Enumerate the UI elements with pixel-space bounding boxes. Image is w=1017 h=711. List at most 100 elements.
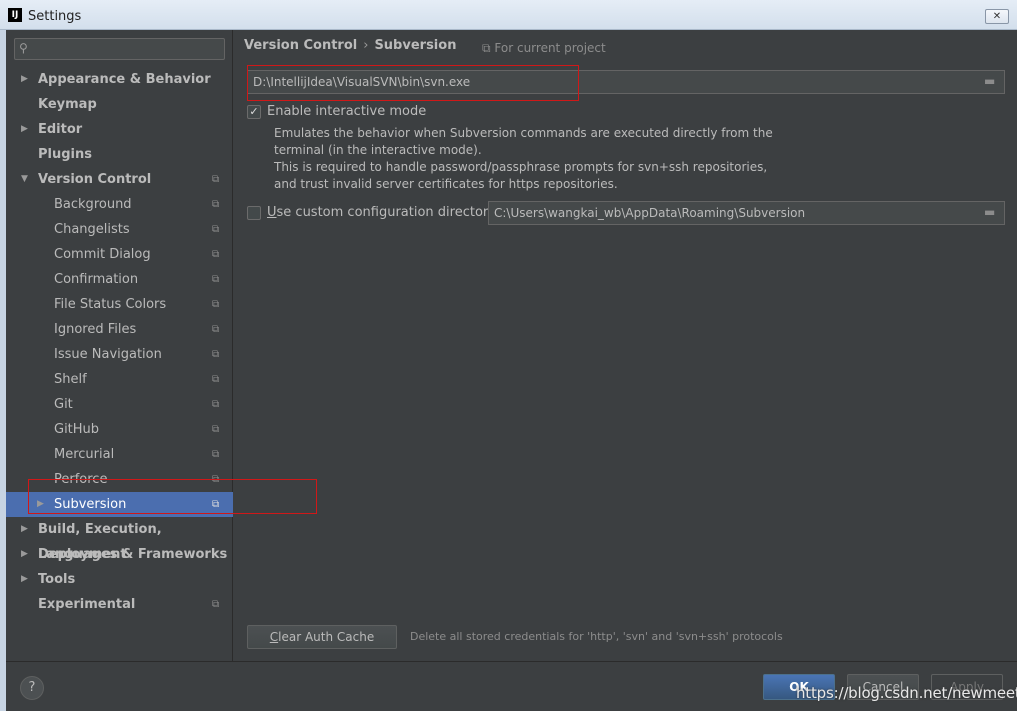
sidebar-item-experimental[interactable]: Experimental ⧉: [6, 592, 233, 617]
sidebar-item-label: Mercurial: [54, 447, 115, 462]
sidebar-item-keymap[interactable]: Keymap: [6, 92, 233, 117]
interactive-mode-checkbox[interactable]: ✓: [247, 105, 261, 119]
collapsed-arrow-icon[interactable]: ▶: [21, 117, 28, 142]
project-level-icon: ⧉: [212, 324, 220, 335]
collapsed-arrow-icon[interactable]: ▶: [37, 492, 44, 517]
sidebar-item-label: Languages & Frameworks: [38, 547, 228, 562]
sidebar-item-label: Shelf: [54, 372, 87, 387]
project-level-icon: ⧉: [212, 349, 220, 360]
custom-config-checkbox[interactable]: [247, 206, 261, 220]
watermark-url: https://blog.csdn.net/newmeet: [796, 684, 1017, 702]
window-title: Settings: [28, 9, 82, 24]
sidebar-item-label: Appearance & Behavior: [38, 72, 211, 87]
sidebar-item-perforce[interactable]: Perforce ⧉: [6, 467, 233, 492]
breadcrumb-parent: Version Control: [244, 38, 358, 53]
sidebar-item-mercurial[interactable]: Mercurial ⧉: [6, 442, 233, 467]
sidebar-item-file-status-colors[interactable]: File Status Colors ⧉: [6, 292, 233, 317]
sidebar-item-git[interactable]: Git ⧉: [6, 392, 233, 417]
settings-dialog: ⚲ ▶ Appearance & Behavior Keymap ▶ Editor Plu…: [6, 30, 1017, 711]
settings-search-input[interactable]: ⚲: [14, 38, 225, 60]
breadcrumb-current: Subversion: [374, 38, 457, 53]
clear-auth-cache-note: Delete all stored credentials for 'http'…: [410, 630, 783, 643]
sidebar-item-label: Tools: [38, 572, 76, 587]
custom-config-directory-field[interactable]: C:\Users\wangkai_wb\AppData\Roaming\Subv…: [488, 201, 1005, 225]
sidebar-item-label: Commit Dialog: [54, 247, 151, 262]
intellij-app-icon: IJ: [8, 8, 22, 22]
sidebar-item-build-execution-deployment[interactable]: ▶ Build, Execution, Deployment: [6, 517, 233, 562]
browse-folder-icon[interactable]: ▬: [984, 205, 1000, 219]
project-level-icon: ⧉: [212, 249, 220, 260]
expanded-arrow-icon[interactable]: ▼: [21, 167, 28, 192]
subversion-settings-panel: Version Control › Subversion ⧉ For current…: [234, 30, 1017, 661]
dialog-footer: ? OK Cancel Apply https://blog.csdn.net/…: [6, 661, 1017, 711]
interactive-mode-description-line-3: This is required to handle password/pass…: [274, 160, 768, 174]
browse-folder-icon[interactable]: ▬: [984, 74, 1000, 88]
clear-auth-cache-button[interactable]: Clear Auth Cache: [247, 625, 397, 649]
custom-config-label: Use custom configuration directory:: [267, 205, 500, 220]
sidebar-item-label: Experimental: [38, 597, 136, 612]
sidebar-item-github[interactable]: GitHub ⧉: [6, 417, 233, 442]
sidebar-item-version-control[interactable]: ▼ Version Control ⧉: [6, 167, 233, 192]
breadcrumb: Version Control › Subversion: [244, 38, 456, 53]
collapsed-arrow-icon[interactable]: ▶: [21, 67, 28, 92]
interactive-mode-description-line-2: terminal (in the interactive mode).: [274, 143, 482, 157]
sidebar-item-languages-frameworks[interactable]: ▶ Languages & Frameworks: [6, 542, 233, 567]
interactive-mode-description-line-4: and trust invalid server certificates fo…: [274, 177, 618, 191]
help-button[interactable]: ?: [20, 676, 44, 700]
close-button[interactable]: ✕: [985, 9, 1009, 24]
sidebar-item-editor[interactable]: ▶ Editor: [6, 117, 233, 142]
sidebar-item-subversion[interactable]: ▶ Subversion ⧉: [6, 492, 233, 517]
svn-executable-path-field[interactable]: D:\IntellijIdea\VisualSVN\bin\svn.exe ▬: [247, 70, 1005, 94]
sidebar-item-changelists[interactable]: Changelists ⧉: [6, 217, 233, 242]
project-level-icon: ⧉: [212, 474, 220, 485]
project-level-icon: ⧉: [212, 199, 220, 210]
interactive-mode-label: Enable interactive mode: [267, 104, 427, 119]
sidebar-item-label: Issue Navigation: [54, 347, 162, 362]
sidebar-item-label: Perforce: [54, 472, 108, 487]
sidebar-item-commit-dialog[interactable]: Commit Dialog ⧉: [6, 242, 233, 267]
project-level-icon: ⧉: [212, 449, 220, 460]
sidebar-item-tools[interactable]: ▶ Tools: [6, 567, 233, 592]
interactive-mode-description-line-1: Emulates the behavior when Subversion co…: [274, 126, 773, 140]
sidebar-item-appearance-behavior[interactable]: ▶ Appearance & Behavior: [6, 67, 233, 92]
project-scope-note: ⧉ For current project: [482, 41, 606, 56]
sidebar-item-label: Background: [54, 197, 132, 212]
project-level-icon: ⧉: [212, 399, 220, 410]
sidebar-item-issue-navigation[interactable]: Issue Navigation ⧉: [6, 342, 233, 367]
sidebar-item-ignored-files[interactable]: Ignored Files ⧉: [6, 317, 233, 342]
project-level-icon: ⧉: [212, 174, 220, 185]
collapsed-arrow-icon[interactable]: ▶: [21, 517, 28, 542]
project-level-icon: ⧉: [212, 424, 220, 435]
search-icon: ⚲: [19, 41, 28, 55]
collapsed-arrow-icon[interactable]: ▶: [21, 542, 28, 567]
sidebar-item-label: Keymap: [38, 97, 97, 112]
sidebar-item-label: Git: [54, 397, 73, 412]
sidebar-item-background[interactable]: Background ⧉: [6, 192, 233, 217]
project-scope-label: For current project: [494, 41, 606, 55]
sidebar-item-label: GitHub: [54, 422, 100, 437]
collapsed-arrow-icon[interactable]: ▶: [21, 567, 28, 592]
sidebar-item-plugins[interactable]: Plugins: [6, 142, 233, 167]
sidebar-item-label: Plugins: [38, 147, 92, 162]
sidebar-item-label: Changelists: [54, 222, 130, 237]
sidebar-item-label: Subversion: [54, 497, 127, 512]
sidebar-item-label: Ignored Files: [54, 322, 137, 337]
project-level-icon: ⧉: [212, 274, 220, 285]
sidebar-item-label: Confirmation: [54, 272, 139, 287]
check-mark-icon: ✓: [249, 105, 259, 118]
sidebar-item-confirmation[interactable]: Confirmation ⧉: [6, 267, 233, 292]
svn-executable-path-value: D:\IntellijIdea\VisualSVN\bin\svn.exe: [253, 75, 471, 89]
sidebar-item-label: Editor: [38, 122, 83, 137]
project-level-icon: ⧉: [212, 374, 220, 385]
sidebar-item-label: Version Control: [38, 172, 152, 187]
sidebar-item-shelf[interactable]: Shelf ⧉: [6, 367, 233, 392]
project-level-icon: ⧉: [212, 299, 220, 310]
project-level-icon: ⧉: [212, 599, 220, 610]
breadcrumb-separator: ›: [363, 38, 369, 53]
project-level-icon: ⧉: [212, 499, 220, 510]
title-bar: IJ Settings ✕: [0, 0, 1017, 30]
project-level-icon: ⧉: [212, 224, 220, 235]
custom-config-directory-value: C:\Users\wangkai_wb\AppData\Roaming\Subv…: [494, 206, 806, 220]
sidebar-item-label: File Status Colors: [54, 297, 167, 312]
copy-icon: ⧉: [482, 41, 491, 55]
